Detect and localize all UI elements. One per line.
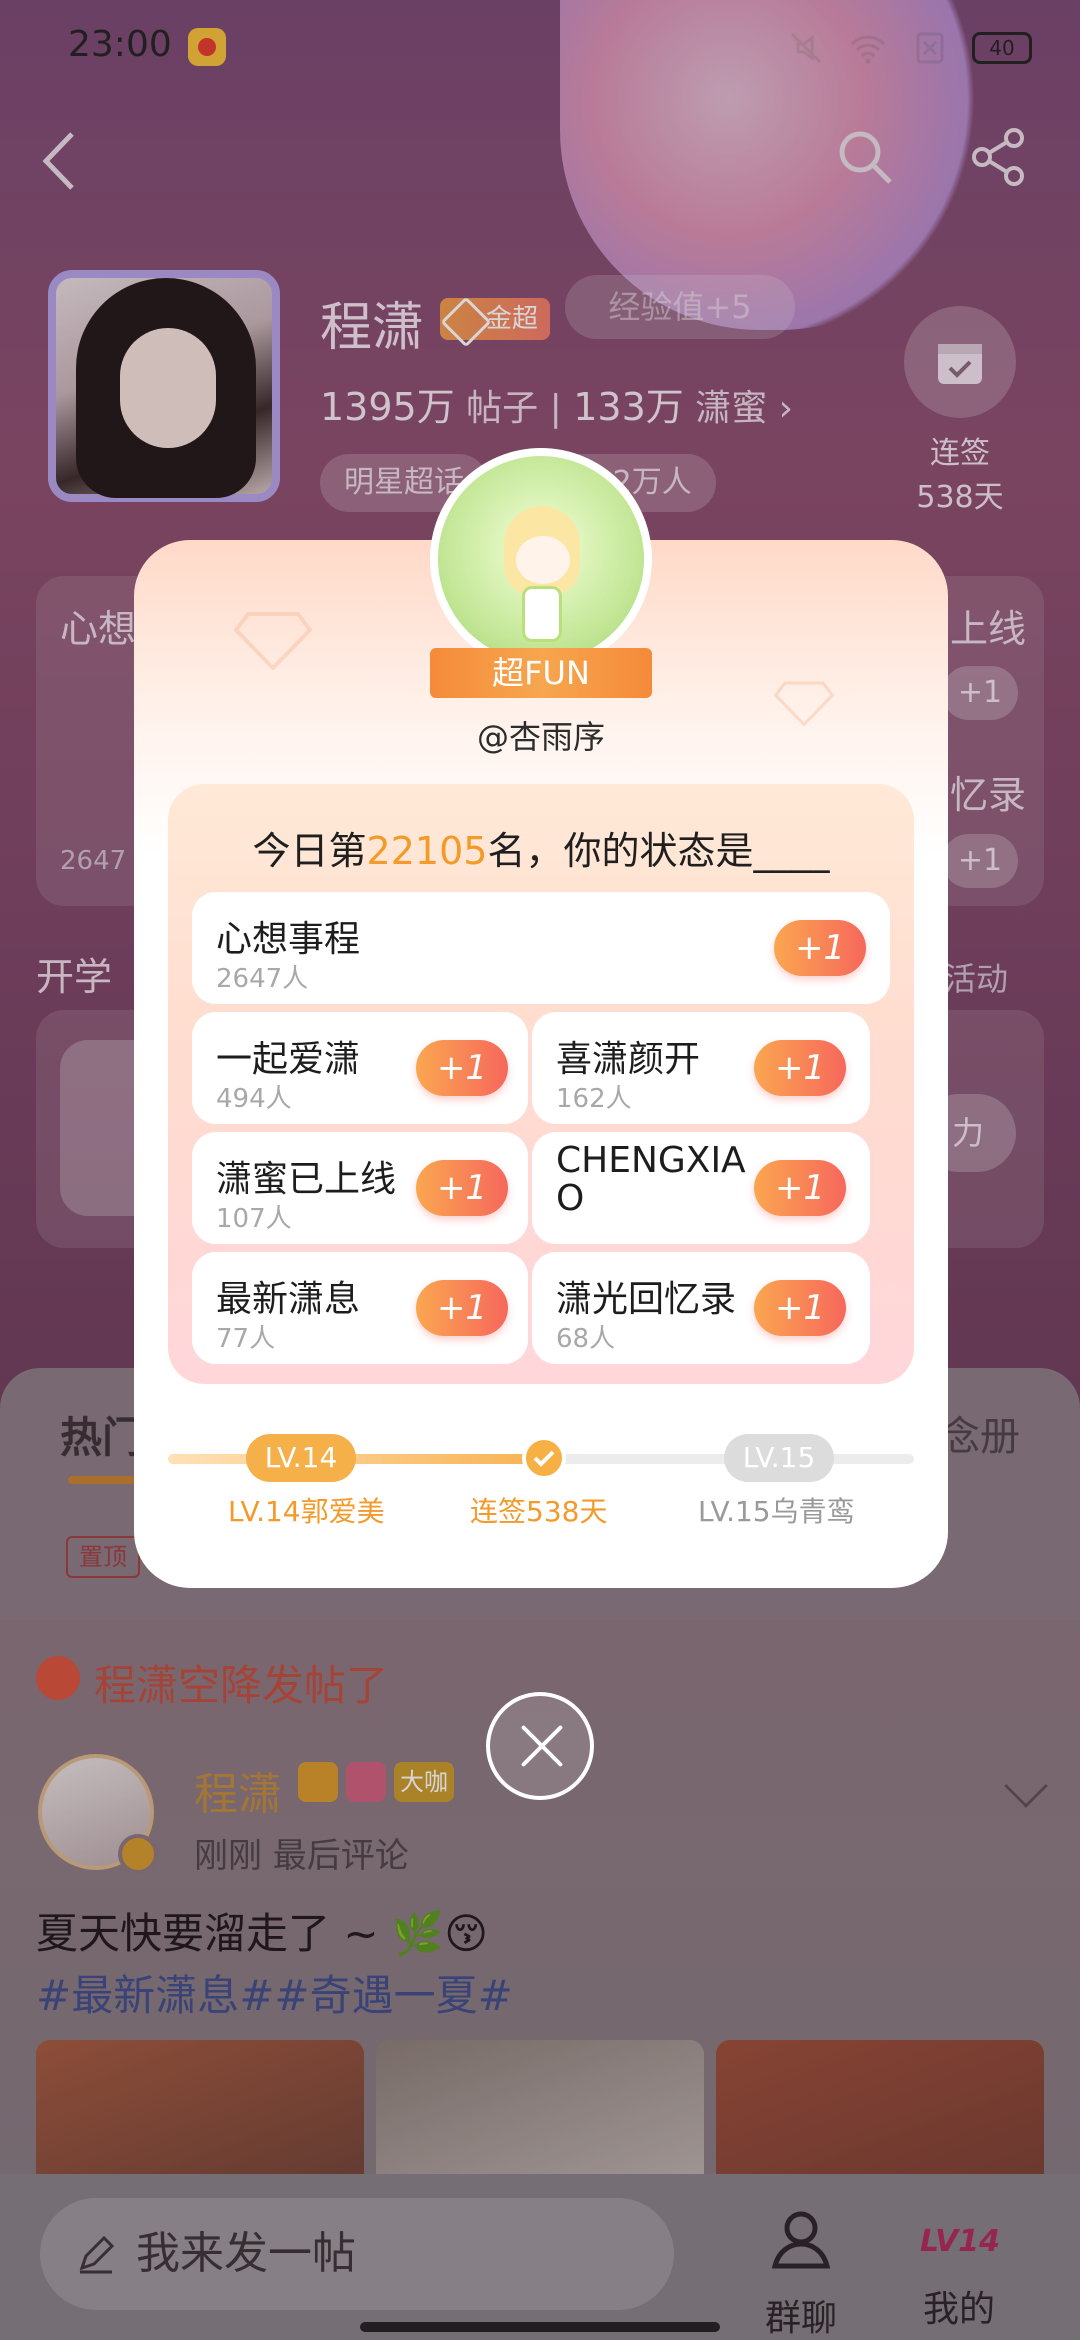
option-title: 最新潇息 bbox=[216, 1279, 361, 1320]
status-options-panel: 今日第22105名，你的状态是____ 心想事程 2647人 +1 一起爱潇 4… bbox=[168, 784, 914, 1384]
option-count: 494人 bbox=[216, 1084, 292, 1114]
status-option[interactable]: CHENGXIAO +1 bbox=[532, 1132, 870, 1244]
status-option[interactable]: 潇光回忆录 68人 +1 bbox=[532, 1252, 870, 1364]
rank-suffix: 名，你的状态是____ bbox=[487, 829, 830, 873]
checkin-status-modal: 超FUN @杏雨序 今日第22105名，你的状态是____ 心想事程 2647人… bbox=[134, 448, 948, 1588]
diamond-decoration-icon bbox=[234, 612, 312, 670]
streak-check-icon bbox=[522, 1436, 566, 1480]
option-title: 喜潇颜开 bbox=[556, 1039, 701, 1080]
plus-one-button[interactable]: +1 bbox=[416, 1040, 508, 1096]
current-level-pill: LV.14 bbox=[246, 1434, 356, 1482]
user-handle: @杏雨序 bbox=[476, 718, 605, 756]
rank-line: 今日第22105名，你的状态是____ bbox=[168, 820, 914, 875]
option-count: 77人 bbox=[216, 1324, 276, 1354]
plus-one-button[interactable]: +1 bbox=[416, 1160, 508, 1216]
next-level-pill: LV.15 bbox=[724, 1434, 834, 1482]
option-title: 潇光回忆录 bbox=[556, 1279, 737, 1320]
status-option[interactable]: 潇蜜已上线 107人 +1 bbox=[192, 1132, 528, 1244]
option-title: CHENGXIAO bbox=[556, 1140, 746, 1219]
plus-one-button[interactable]: +1 bbox=[754, 1280, 846, 1336]
plus-one-button[interactable]: +1 bbox=[774, 920, 866, 976]
status-option[interactable]: 一起爱潇 494人 +1 bbox=[192, 1012, 528, 1124]
option-title: 一起爱潇 bbox=[216, 1039, 361, 1080]
plus-one-button[interactable]: +1 bbox=[416, 1280, 508, 1336]
status-option[interactable]: 喜潇颜开 162人 +1 bbox=[532, 1012, 870, 1124]
option-count: 68人 bbox=[556, 1324, 616, 1354]
status-option[interactable]: 心想事程 2647人 +1 bbox=[192, 892, 890, 1004]
fun-ribbon: 超FUN bbox=[430, 640, 652, 698]
fun-label: 超FUN bbox=[492, 654, 590, 692]
option-count: 2647人 bbox=[216, 964, 309, 994]
rank-prefix: 今日第 bbox=[252, 829, 367, 873]
streak-label: 连签538天 bbox=[470, 1495, 608, 1528]
user-avatar bbox=[430, 448, 652, 670]
rank-number: 22105 bbox=[366, 829, 488, 873]
next-level-label: LV.15乌青鸾 bbox=[698, 1495, 855, 1528]
status-option[interactable]: 最新潇息 77人 +1 bbox=[192, 1252, 528, 1364]
screen: 23:00 40 程潇 金超 经验值+5 1395万 帖子 | 133万 潇蜜 … bbox=[0, 0, 1080, 2340]
current-level-label: LV.14郭爱美 bbox=[228, 1495, 385, 1528]
close-modal-button[interactable] bbox=[486, 1692, 594, 1800]
option-count: 162人 bbox=[556, 1084, 632, 1114]
option-title: 潇蜜已上线 bbox=[216, 1159, 397, 1200]
option-title: 心想事程 bbox=[216, 919, 361, 960]
plus-one-button[interactable]: +1 bbox=[754, 1040, 846, 1096]
plus-one-button[interactable]: +1 bbox=[754, 1160, 846, 1216]
option-count: 107人 bbox=[216, 1204, 292, 1234]
